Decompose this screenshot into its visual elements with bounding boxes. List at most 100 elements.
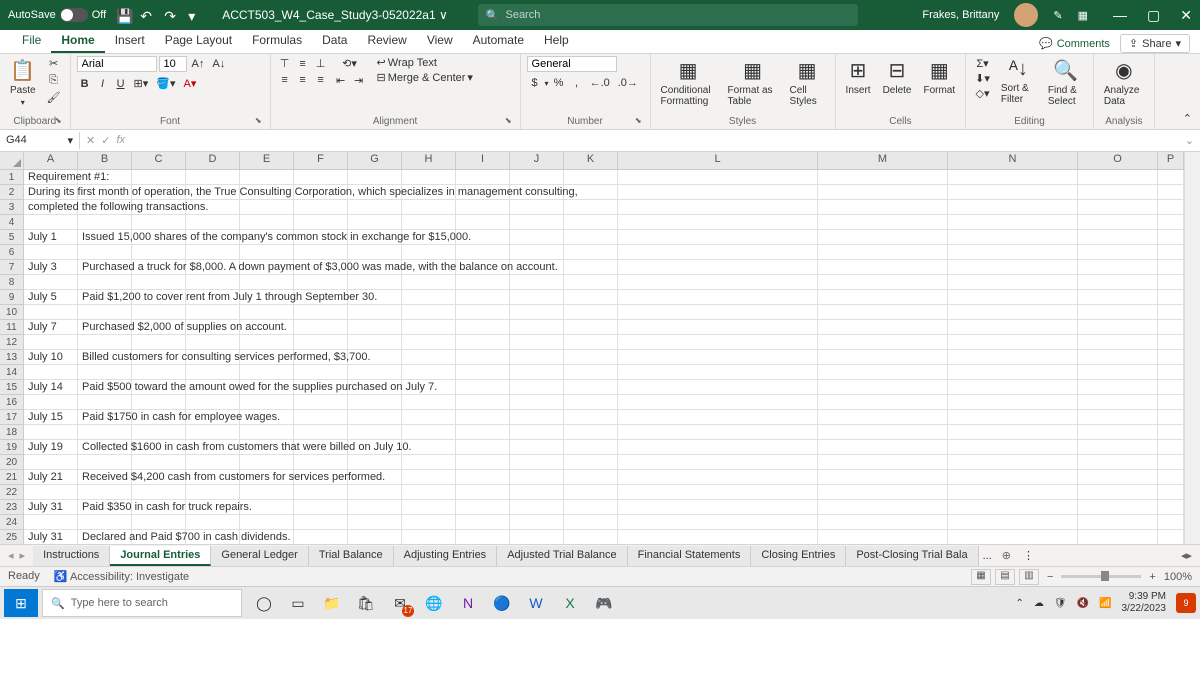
cell[interactable] (1078, 260, 1158, 275)
sheet-options-icon[interactable]: ⋮ (1017, 549, 1040, 562)
cell[interactable] (510, 470, 564, 485)
cell[interactable] (564, 245, 618, 260)
cell[interactable] (1158, 245, 1184, 260)
cell[interactable] (1078, 365, 1158, 380)
column-header[interactable]: D (186, 152, 240, 170)
cell[interactable] (456, 320, 510, 335)
cell[interactable] (456, 380, 510, 395)
cell[interactable] (564, 515, 618, 530)
percent-button[interactable]: % (551, 76, 567, 90)
cell[interactable] (402, 350, 456, 365)
cell[interactable] (510, 515, 564, 530)
sheet-ellipsis[interactable]: ... (979, 550, 996, 562)
cell[interactable] (186, 425, 240, 440)
cell[interactable] (618, 290, 818, 305)
minimize-button[interactable]: — (1113, 7, 1127, 24)
page-layout-view-button[interactable]: ▤ (995, 569, 1015, 585)
cell[interactable] (402, 170, 456, 185)
cell[interactable] (78, 275, 132, 290)
column-header[interactable]: I (456, 152, 510, 170)
cell[interactable] (948, 500, 1078, 515)
cell[interactable] (510, 530, 564, 544)
cell[interactable] (618, 500, 818, 515)
cell[interactable] (294, 515, 348, 530)
cell[interactable] (1078, 320, 1158, 335)
cell[interactable] (618, 395, 818, 410)
onedrive-icon[interactable]: ☁ (1034, 598, 1044, 609)
maximize-button[interactable]: ▢ (1147, 7, 1160, 24)
cell[interactable] (456, 245, 510, 260)
cell[interactable] (818, 185, 948, 200)
cell[interactable] (564, 380, 618, 395)
cell[interactable] (402, 515, 456, 530)
comma-button[interactable]: , (569, 76, 585, 90)
cell[interactable] (24, 515, 78, 530)
cell[interactable] (1078, 230, 1158, 245)
cell[interactable] (1078, 350, 1158, 365)
toggle-switch[interactable] (60, 8, 88, 22)
cell[interactable] (948, 515, 1078, 530)
cell[interactable] (818, 305, 948, 320)
cell[interactable] (1158, 230, 1184, 245)
zoom-slider[interactable] (1061, 575, 1141, 578)
cell[interactable] (348, 365, 402, 380)
cell[interactable] (818, 380, 948, 395)
cell[interactable] (402, 215, 456, 230)
column-header[interactable]: A (24, 152, 78, 170)
cell[interactable] (240, 200, 294, 215)
cell[interactable] (132, 275, 186, 290)
cell[interactable] (948, 380, 1078, 395)
row-header[interactable]: 4 (0, 215, 24, 230)
column-header[interactable]: L (618, 152, 818, 170)
cell[interactable] (1078, 185, 1158, 200)
cell[interactable] (402, 200, 456, 215)
cell[interactable] (510, 500, 564, 515)
cell[interactable] (456, 470, 510, 485)
cell[interactable] (618, 410, 818, 425)
cell[interactable] (294, 485, 348, 500)
cell[interactable] (618, 170, 818, 185)
cell[interactable] (564, 170, 618, 185)
italic-button[interactable]: I (95, 77, 111, 91)
delete-cells-button[interactable]: ⊟Delete (879, 56, 916, 98)
tab-formulas[interactable]: Formulas (242, 29, 312, 53)
cell[interactable] (78, 305, 132, 320)
cortana-icon[interactable]: ◯ (252, 591, 276, 615)
cell[interactable] (294, 335, 348, 350)
cell[interactable] (618, 380, 818, 395)
tab-data[interactable]: Data (312, 29, 357, 53)
cell[interactable] (132, 170, 186, 185)
row-header[interactable]: 18 (0, 425, 24, 440)
cell[interactable] (1078, 305, 1158, 320)
cell[interactable] (818, 485, 948, 500)
zoom-in-button[interactable]: + (1149, 571, 1155, 583)
cell[interactable] (294, 200, 348, 215)
cell[interactable] (402, 335, 456, 350)
cell[interactable] (294, 395, 348, 410)
wifi-icon[interactable]: 📶 (1099, 598, 1111, 609)
decrease-decimal-icon[interactable]: .0→ (615, 76, 641, 90)
redo-icon[interactable]: ↷ (164, 8, 178, 22)
cell[interactable] (1158, 170, 1184, 185)
cell[interactable] (948, 275, 1078, 290)
cell[interactable] (132, 395, 186, 410)
sheet-prev-icon[interactable]: ◂ (8, 549, 14, 562)
cell[interactable] (948, 395, 1078, 410)
cell[interactable] (510, 425, 564, 440)
cell[interactable] (564, 410, 618, 425)
cell[interactable] (78, 215, 132, 230)
format-as-table-button[interactable]: ▦Format as Table (724, 56, 782, 109)
cell[interactable] (294, 245, 348, 260)
cell[interactable] (510, 410, 564, 425)
cell[interactable] (564, 530, 618, 544)
cell[interactable] (510, 290, 564, 305)
cell[interactable] (456, 410, 510, 425)
cell[interactable] (510, 395, 564, 410)
cell[interactable] (132, 305, 186, 320)
tab-view[interactable]: View (417, 29, 463, 53)
cell[interactable] (1158, 200, 1184, 215)
cell[interactable] (564, 395, 618, 410)
cell[interactable] (564, 230, 618, 245)
cell[interactable] (1078, 290, 1158, 305)
cell[interactable] (240, 170, 294, 185)
